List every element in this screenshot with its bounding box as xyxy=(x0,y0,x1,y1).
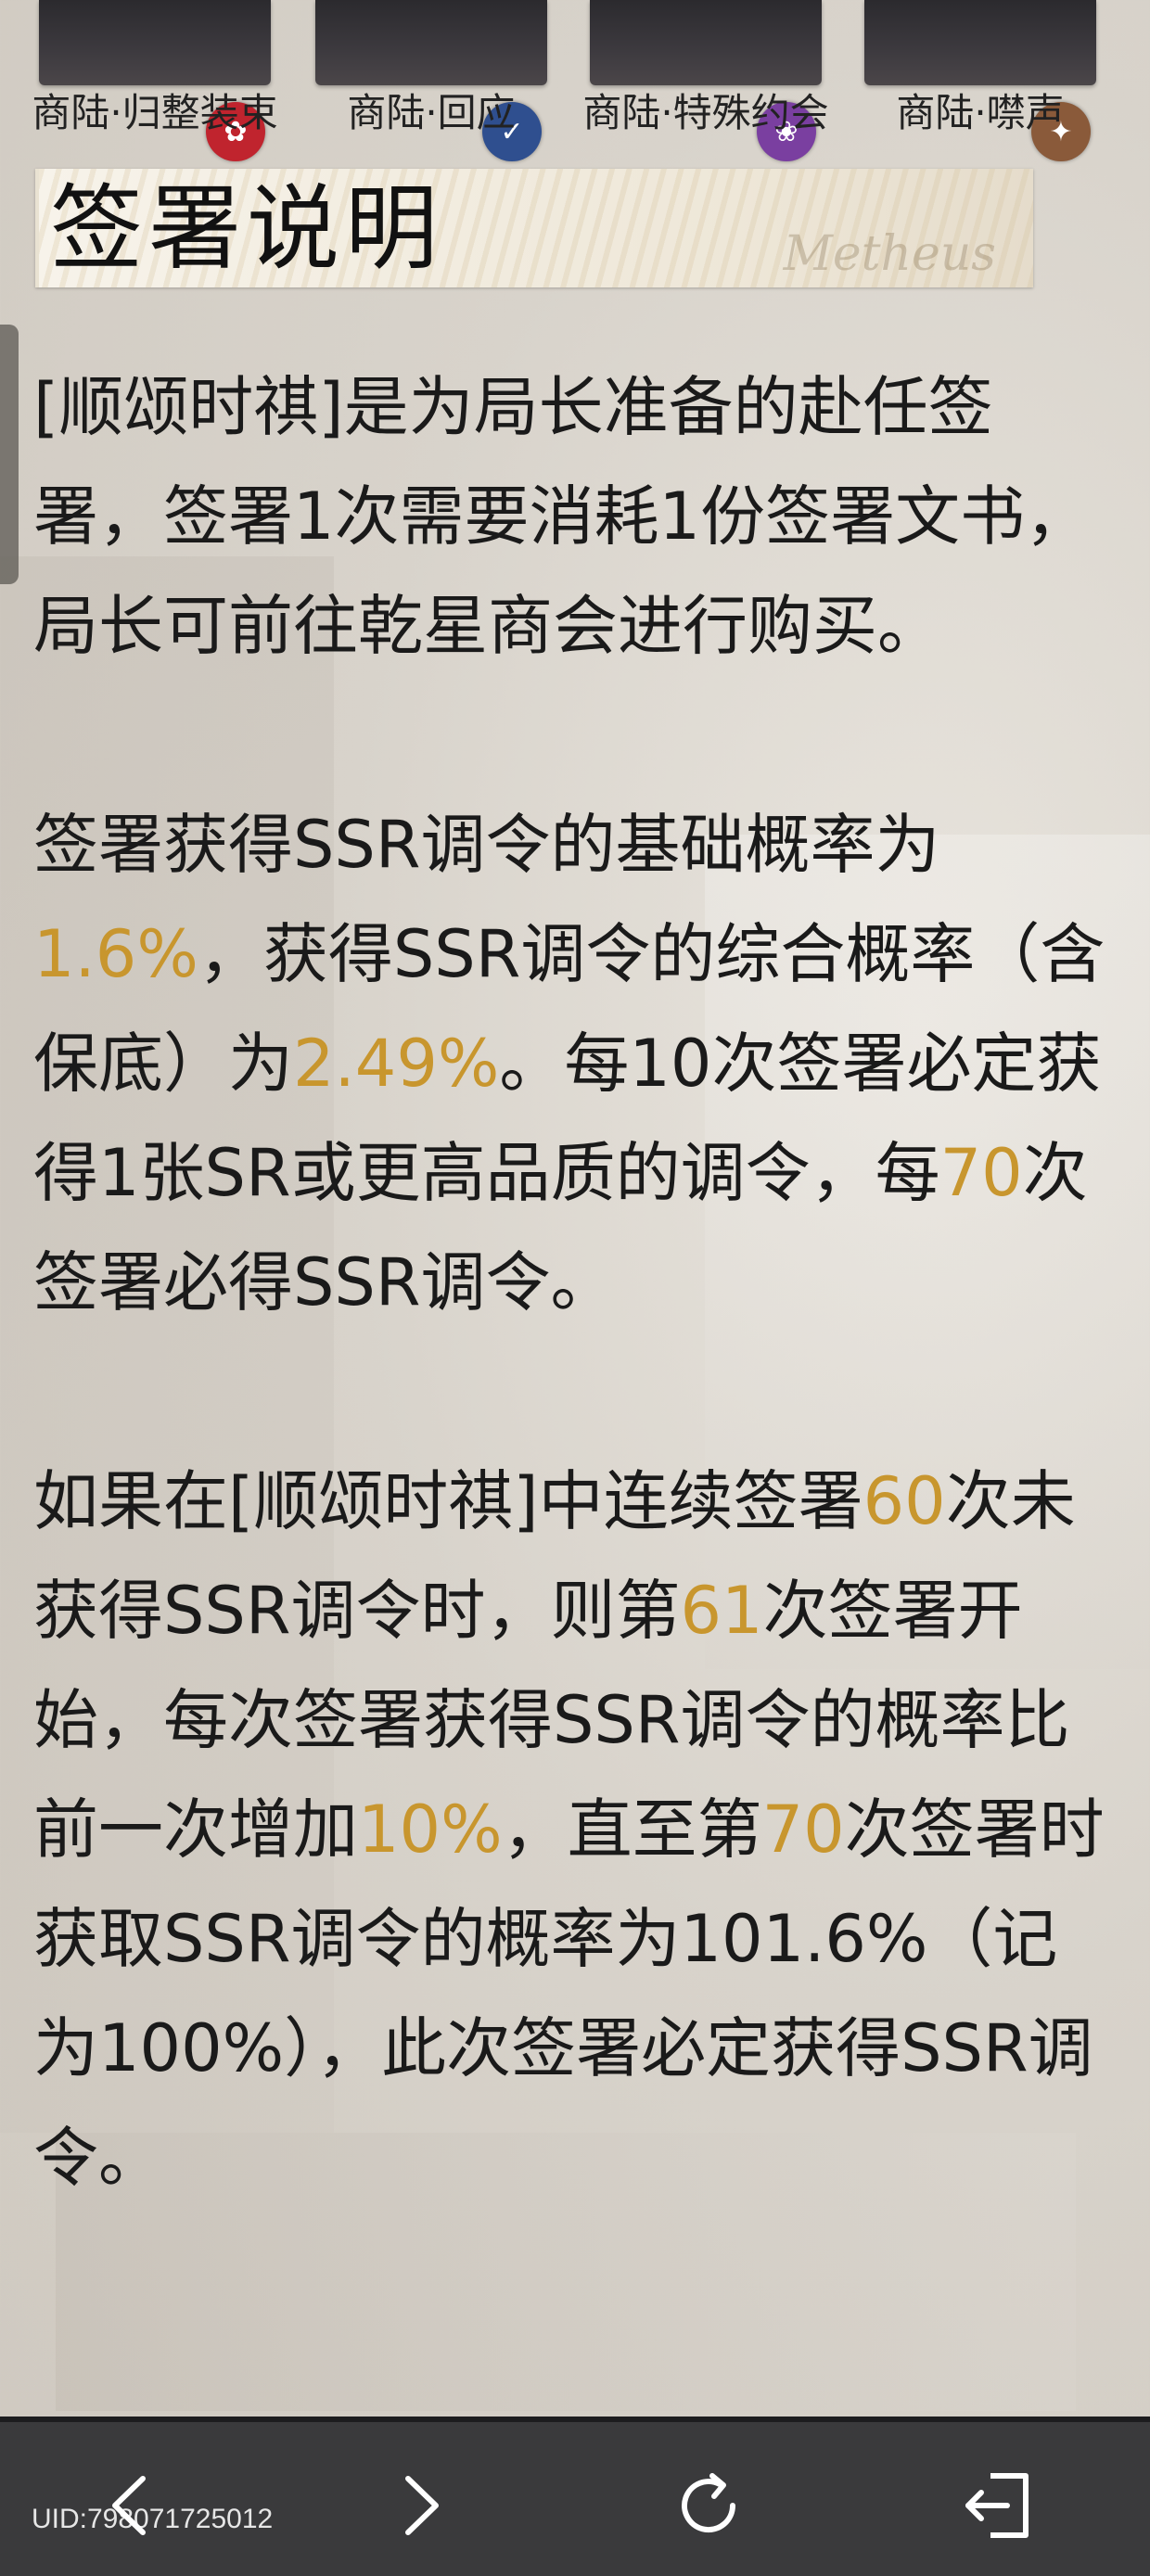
section-header: 签署说明 Metheus xyxy=(35,169,1033,287)
tab-thumbnail xyxy=(590,0,822,85)
forward-button[interactable] xyxy=(384,2468,458,2543)
tab-label: 商陆·归整装束 xyxy=(32,90,278,135)
increase-value: 10% xyxy=(358,1792,503,1868)
tab-item-3[interactable]: ❀ 商陆·特殊约会 xyxy=(582,0,829,167)
back-button[interactable] xyxy=(93,2468,167,2543)
description-content: [顺颂时祺]是为局长准备的赴任签署，签署1次需要消耗1份签署文书，局长可前往乾星… xyxy=(33,352,1109,2322)
paragraph-intro: [顺颂时祺]是为局长准备的赴任签署，签署1次需要消耗1份签署文书，局长可前往乾星… xyxy=(33,369,1091,664)
page-title: 签署说明 xyxy=(50,174,443,283)
tab-label: 商陆·回应 xyxy=(347,90,516,135)
base-rate-value: 1.6% xyxy=(33,916,198,992)
character-tab-strip: ✿ 商陆·归整装束 ✓ 商陆·回应 ❀ 商陆·特殊约会 ✦ 商陆·噤声 xyxy=(0,0,1150,167)
count-60-value: 60 xyxy=(862,1463,946,1539)
tab-item-1[interactable]: ✿ 商陆·归整装束 xyxy=(32,0,278,167)
bottom-nav-bar: UID:798071725012 xyxy=(0,2417,1150,2576)
rate-text: 签署获得SSR调令的基础概率为 xyxy=(33,807,940,883)
tab-label: 商陆·特殊约会 xyxy=(582,90,829,135)
forward-icon xyxy=(405,2476,439,2535)
side-handle[interactable] xyxy=(0,325,19,584)
exit-button[interactable] xyxy=(959,2468,1033,2543)
tab-item-2[interactable]: ✓ 商陆·回应 xyxy=(315,0,547,167)
refresh-button[interactable] xyxy=(671,2468,746,2543)
paragraph-rates: 签署获得SSR调令的基础概率为1.6%，获得SSR调令的综合概率（含保底）为2.… xyxy=(33,790,1109,1337)
back-icon xyxy=(112,2476,146,2535)
pity-count-value: 70 xyxy=(939,1135,1023,1211)
header-watermark: Metheus xyxy=(783,226,996,282)
refresh-icon xyxy=(682,2473,735,2533)
total-rate-value: 2.49% xyxy=(293,1026,500,1102)
tab-item-4[interactable]: ✦ 商陆·噤声 xyxy=(864,0,1096,167)
tab-label: 商陆·噤声 xyxy=(896,90,1065,135)
tab-thumbnail xyxy=(315,0,547,85)
count-61-value: 61 xyxy=(680,1573,763,1649)
pity-text: 如果在[顺颂时祺]中连续签署 xyxy=(33,1463,863,1539)
paragraph-pity: 如果在[顺颂时祺]中连续签署60次未获得SSR调令时，则第61次签署开始，每次签… xyxy=(33,1447,1109,2213)
exit-icon xyxy=(965,2473,1029,2538)
count-70-value: 70 xyxy=(761,1792,845,1868)
pity-text: ，直至第 xyxy=(502,1792,762,1868)
tab-thumbnail xyxy=(864,0,1096,85)
tab-thumbnail xyxy=(39,0,271,85)
